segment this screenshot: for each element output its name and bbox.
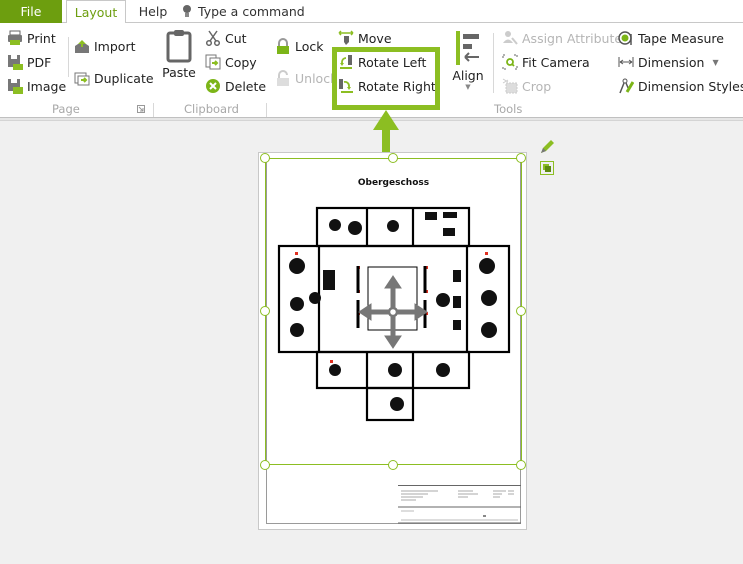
align-dropdown-icon: ▼ [465, 83, 471, 91]
rotate-tools-highlight [332, 47, 440, 110]
crop-icon [502, 78, 518, 94]
dimension-button[interactable]: Dimension ▼ [618, 52, 719, 72]
duplicate-button[interactable]: Duplicate [74, 68, 154, 88]
resize-handle-top-left[interactable] [260, 153, 270, 163]
command-search-placeholder: Type a command [198, 4, 305, 19]
lock-icon [277, 38, 289, 54]
resize-handle-bottom-left[interactable] [260, 460, 270, 470]
tape-measure-button[interactable]: Tape Measure [618, 28, 724, 48]
crop-label: Crop [522, 78, 552, 94]
divider [266, 103, 267, 117]
dimension-styles-button[interactable]: Dimension Styles ▼ [618, 76, 743, 96]
dimension-styles-icon [619, 78, 634, 94]
resize-handle-top[interactable] [388, 153, 398, 163]
fit-camera-button[interactable]: Fit Camera [502, 52, 590, 72]
resize-handle-top-right[interactable] [516, 153, 526, 163]
tape-measure-icon [618, 31, 632, 45]
scissors-icon [205, 30, 221, 46]
cut-button[interactable]: Cut [205, 28, 247, 48]
lightbulb-icon [183, 5, 191, 17]
tab-file[interactable]: File [0, 0, 62, 23]
copy-label: Copy [225, 54, 257, 70]
duplicate-label: Duplicate [94, 70, 154, 86]
bring-to-front-icon[interactable] [540, 161, 554, 175]
print-label: Print [27, 30, 56, 46]
move-label: Move [358, 30, 392, 46]
move-icon [338, 30, 354, 45]
fit-camera-icon [502, 54, 518, 70]
pdf-save-icon [8, 55, 23, 70]
copy-button[interactable]: Copy [205, 52, 257, 72]
unlock-button[interactable]: Unlock [275, 68, 337, 88]
resize-handle-left[interactable] [260, 306, 270, 316]
tab-help[interactable]: Help [132, 0, 174, 24]
command-search[interactable]: Type a command [182, 3, 305, 21]
dimension-label: Dimension [638, 54, 705, 70]
selection-frame[interactable] [265, 158, 522, 465]
resize-handle-right[interactable] [516, 306, 526, 316]
duplicate-icon [74, 72, 90, 86]
fit-camera-label: Fit Camera [522, 54, 590, 70]
resize-handle-bottom-right[interactable] [516, 460, 526, 470]
move-button[interactable]: Move [338, 28, 392, 48]
align-label: Align [452, 68, 484, 83]
menu-tab-bar: File Layout Help Type a command [0, 0, 743, 24]
edit-pencil-icon[interactable] [538, 138, 556, 156]
paste-button[interactable]: Paste [162, 29, 196, 80]
dialog-launcher-icon[interactable] [137, 105, 145, 113]
cut-label: Cut [225, 30, 247, 46]
title-block [398, 485, 521, 524]
assign-attributes-button[interactable]: Assign Attributes [502, 28, 629, 48]
image-save-icon [8, 79, 23, 94]
delete-label: Delete [225, 78, 267, 94]
divider [153, 103, 154, 117]
pdf-button[interactable]: PDF [7, 52, 51, 72]
tab-layout[interactable]: Layout [66, 0, 126, 24]
group-label-tools: Tools [494, 102, 523, 116]
title-block-content [398, 490, 521, 524]
align-icon [456, 31, 479, 65]
unlock-icon [277, 70, 289, 86]
divider [68, 37, 69, 77]
printer-icon [8, 30, 22, 45]
assign-attributes-label: Assign Attributes [522, 30, 629, 46]
image-button[interactable]: Image [7, 76, 66, 96]
crop-button[interactable]: Crop [502, 76, 551, 96]
lock-button[interactable]: Lock [275, 36, 324, 56]
copy-icon [205, 54, 221, 70]
delete-icon [206, 79, 220, 93]
tape-measure-label: Tape Measure [638, 30, 724, 46]
delete-button[interactable]: Delete [205, 76, 266, 96]
import-icon [75, 40, 89, 53]
lock-label: Lock [295, 38, 324, 54]
callout-arrow-head [373, 110, 399, 130]
unlock-label: Unlock [295, 70, 338, 86]
resize-handle-bottom[interactable] [388, 460, 398, 470]
print-button[interactable]: Print [7, 28, 56, 48]
pdf-label: PDF [27, 54, 52, 70]
divider [493, 33, 494, 93]
ribbon-divider [0, 118, 743, 121]
dimension-icon [618, 57, 634, 67]
group-label-clipboard: Clipboard [184, 102, 239, 116]
dimension-dropdown-icon[interactable]: ▼ [712, 58, 718, 67]
align-button[interactable]: Align ▼ [452, 31, 484, 91]
paste-label: Paste [162, 65, 196, 80]
dimension-styles-label: Dimension Styles [638, 78, 743, 94]
import-label: Import [94, 38, 136, 54]
group-label-page: Page [52, 102, 80, 116]
assign-attributes-icon [503, 31, 518, 45]
clipboard-icon [166, 30, 192, 63]
image-label: Image [27, 78, 67, 94]
import-button[interactable]: Import [74, 36, 136, 56]
